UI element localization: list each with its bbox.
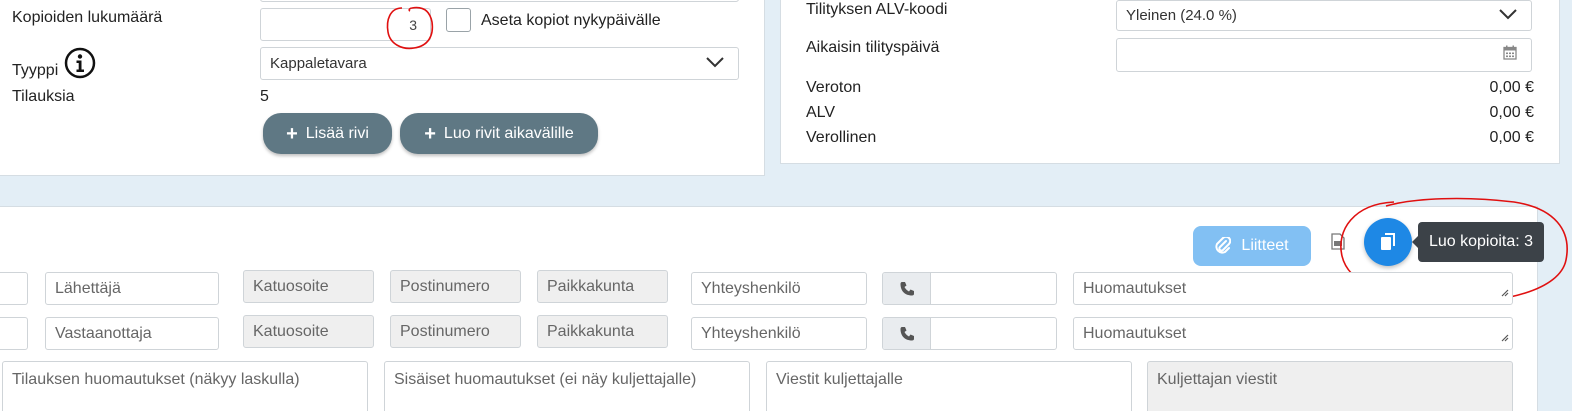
sender-city-placeholder: Paikkakunta — [547, 277, 635, 295]
sender-city-input[interactable]: Paikkakunta — [537, 270, 668, 303]
vat-code-label: Tilityksen ALV-koodi — [806, 1, 948, 18]
internal-notes-textarea[interactable]: Sisäiset huomautukset (ei näy kuljettaja… — [384, 361, 750, 411]
sender-name-placeholder: Lähettäjä — [55, 279, 121, 297]
earliest-date-label: Aikaisin tilityspäivä — [806, 39, 940, 56]
plus-icon: + — [286, 122, 298, 145]
sender-notes-placeholder: Huomautukset — [1083, 279, 1187, 297]
sender-postal-placeholder: Postinumero — [400, 277, 490, 295]
phone-icon — [883, 273, 931, 304]
type-value: Kappaletavara — [270, 55, 367, 72]
sender-phone-input[interactable] — [882, 272, 1057, 305]
receiver-name-input[interactable]: Vastaanottaja — [45, 317, 219, 350]
type-select[interactable]: Kappaletavara — [260, 47, 739, 80]
driver-messages-placeholder: Viestit kuljettajalle — [776, 371, 903, 388]
receiver-street-placeholder: Katuosoite — [253, 322, 329, 340]
sender-name-input[interactable]: Lähettäjä — [45, 272, 219, 305]
receiver-notes-input[interactable]: Huomautukset — [1073, 317, 1513, 350]
net-label: Veroton — [806, 79, 862, 96]
receiver-contact-placeholder: Yhteyshenkilö — [701, 324, 801, 342]
orders-label: Tilauksia — [12, 88, 75, 105]
orders-value: 5 — [260, 88, 269, 105]
copies-checkbox[interactable] — [446, 8, 471, 32]
calendar-icon[interactable] — [1503, 45, 1517, 65]
receiver-name-placeholder: Vastaanottaja — [55, 324, 152, 342]
receiver-phone-input[interactable] — [882, 317, 1057, 350]
create-rows-label: Luo rivit aikavälille — [443, 124, 574, 142]
sender-contact-placeholder: Yhteyshenkilö — [701, 279, 801, 297]
add-row-label: Lisää rivi — [305, 124, 369, 142]
vat-label: ALV — [806, 104, 836, 121]
info-icon[interactable] — [64, 47, 96, 84]
receiver-street-input[interactable]: Katuosoite — [243, 315, 374, 348]
gross-label: Verollinen — [806, 129, 877, 146]
net-value: 0,00 € — [1489, 79, 1534, 96]
type-label: Tyyppi — [12, 62, 59, 79]
receiver-postal-input[interactable]: Postinumero — [390, 315, 521, 348]
sender-street-input[interactable]: Katuosoite — [243, 270, 374, 303]
sender-contact-input[interactable]: Yhteyshenkilö — [691, 272, 867, 305]
driver-replies-placeholder: Kuljettajan viestit — [1157, 371, 1278, 388]
annotation-circle-copies — [386, 6, 434, 50]
sender-prefix-input[interactable] — [0, 272, 28, 305]
internal-notes-placeholder: Sisäiset huomautukset (ei näy kuljettaja… — [394, 371, 697, 388]
plus-icon: + — [424, 122, 436, 145]
attachments-button[interactable]: Liitteet — [1193, 226, 1311, 266]
receiver-city-input[interactable]: Paikkakunta — [537, 315, 668, 348]
phone-icon — [883, 318, 931, 349]
chevron-down-icon — [1499, 7, 1517, 25]
create-rows-button[interactable]: + Luo rivit aikavälille — [400, 113, 598, 154]
vat-code-select[interactable]: Yleinen (24.0 %) — [1116, 0, 1532, 31]
sender-notes-input[interactable]: Huomautukset — [1073, 272, 1513, 305]
chevron-down-icon — [706, 55, 724, 73]
top-input-partial[interactable] — [260, 0, 739, 2]
add-row-button[interactable]: + Lisää rivi — [263, 113, 392, 154]
gross-value: 0,00 € — [1489, 129, 1534, 146]
receiver-contact-input[interactable]: Yhteyshenkilö — [691, 317, 867, 350]
receiver-notes-placeholder: Huomautukset — [1083, 324, 1187, 342]
receiver-postal-placeholder: Postinumero — [400, 322, 490, 340]
driver-replies-textarea: Kuljettajan viestit — [1147, 361, 1513, 411]
receiver-city-placeholder: Paikkakunta — [547, 322, 635, 340]
sender-street-placeholder: Katuosoite — [253, 277, 329, 295]
order-notes-textarea[interactable]: Tilauksen huomautukset (näkyy laskulla) — [2, 361, 368, 411]
resize-handle-icon[interactable] — [1500, 329, 1509, 347]
resize-handle-icon[interactable] — [1500, 284, 1509, 302]
vat-code-value: Yleinen (24.0 %) — [1126, 7, 1237, 24]
order-notes-placeholder: Tilauksen huomautukset (näkyy laskulla) — [12, 371, 300, 388]
sender-postal-input[interactable]: Postinumero — [390, 270, 521, 303]
copies-label: Kopioiden lukumäärä — [12, 9, 163, 26]
vat-value: 0,00 € — [1489, 104, 1534, 121]
driver-messages-textarea[interactable]: Viestit kuljettajalle — [766, 361, 1132, 411]
paperclip-icon — [1215, 237, 1232, 254]
earliest-date-input[interactable] — [1116, 38, 1532, 72]
attachments-label: Liitteet — [1241, 237, 1289, 254]
receiver-prefix-input[interactable] — [0, 317, 28, 350]
set-copies-today-label: Aseta kopiot nykypäivälle — [481, 12, 661, 29]
